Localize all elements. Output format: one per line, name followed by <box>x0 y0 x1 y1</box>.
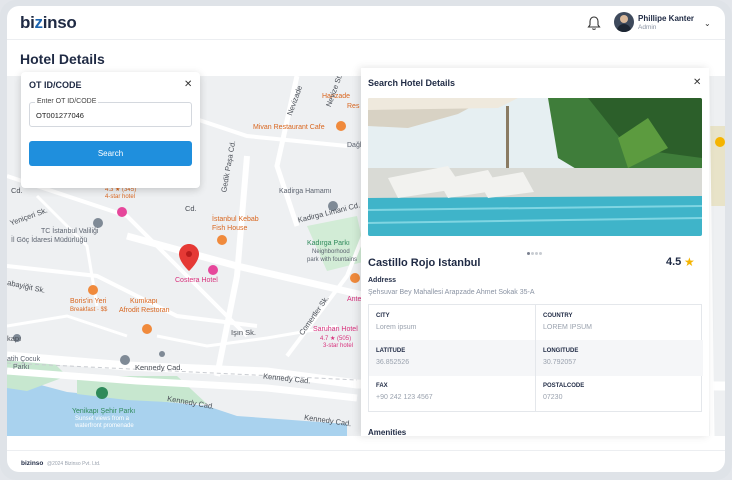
info-value: 07230 <box>543 394 563 401</box>
info-key: POSTALCODE <box>543 383 585 389</box>
map-label[interactable]: Saruhan Hotel <box>313 326 358 333</box>
brand-logo-accent: z <box>34 13 44 32</box>
map-label: waterfront promenade <box>75 423 134 429</box>
map-label[interactable]: Yenikapı Şehir Parkı <box>72 408 135 415</box>
map-label: Sunset views from a <box>75 416 130 422</box>
map-label: Parkı <box>13 364 30 371</box>
chevron-down-icon[interactable]: ⌄ <box>704 19 711 28</box>
hotel-details-drawer: Search Hotel Details ✕ Castillo Rojo Ist… <box>361 68 709 436</box>
page-title: Hotel Details <box>20 51 105 67</box>
map-label: Işın Sk. <box>231 328 257 337</box>
map-label[interactable]: İstanbul Kebab <box>212 216 259 223</box>
info-value: +90 242 123 4567 <box>376 394 433 401</box>
map-label[interactable]: Afrodit Restoran <box>119 307 170 314</box>
search-button[interactable]: Search <box>29 141 192 166</box>
hotel-name: Castillo Rojo Istanbul <box>368 257 481 269</box>
address-label: Address <box>368 277 397 284</box>
info-cell-latitude: LATITUDE 36.852526 <box>369 340 535 376</box>
top-bar: bizinso Phillipe Kanter Admin ⌄ <box>7 6 725 40</box>
map-label: Kennedy Cad. <box>135 363 183 372</box>
brand-logo-part: inso <box>42 13 77 32</box>
info-value: Lorem ipsum <box>376 324 417 331</box>
hotel-photo-image <box>368 98 702 236</box>
info-key: COUNTRY <box>543 313 573 319</box>
ot-id-panel: OT ID/CODE ✕ Enter OT ID/CODE OT00127704… <box>21 72 200 188</box>
map-label[interactable]: Kadirga Hamamı <box>279 188 332 195</box>
info-value: 30.792057 <box>543 359 577 366</box>
info-cell-city: CITY Lorem ipsum <box>369 305 535 341</box>
carousel-dot[interactable] <box>527 252 530 255</box>
map-label[interactable]: Res <box>347 103 359 110</box>
map-label: park with fountains <box>307 257 358 263</box>
footer-copyright: @2024 Bizinso Pvt. Ltd. <box>47 461 101 467</box>
map-label: Breakfast · $$ <box>70 307 108 313</box>
footer: bizinso @2024 Bizinso Pvt. Ltd. <box>7 450 725 472</box>
bell-icon[interactable] <box>587 15 601 31</box>
map-label: Cd. <box>185 204 197 213</box>
map-label[interactable]: TC İstanbul Valiliği <box>41 228 98 235</box>
close-icon[interactable]: ✕ <box>184 79 192 90</box>
info-key: LATITUDE <box>376 348 406 354</box>
hotel-rating: 4.5 <box>666 256 682 268</box>
avatar[interactable] <box>614 12 634 32</box>
map-label[interactable]: Costera Hotel <box>175 277 218 284</box>
ot-panel-title: OT ID/CODE <box>29 80 82 90</box>
map-label[interactable]: Fish House <box>212 225 247 232</box>
info-cell-fax: FAX +90 242 123 4567 <box>369 375 535 411</box>
map-label: 4-star hotel <box>105 194 136 200</box>
map-label[interactable]: Kadırga Parkı <box>307 240 350 247</box>
map-label[interactable]: İl Göç İdaresi Müdürlüğü <box>11 237 87 244</box>
drawer-title: Search Hotel Details <box>368 78 456 88</box>
map-label: kapı <box>7 334 22 343</box>
user-role: Admin <box>638 24 657 31</box>
info-cell-longitude: LONGITUDE 30.792057 <box>536 340 702 376</box>
map-label: Neighborhood <box>312 249 350 255</box>
info-cell-postalcode: POSTALCODE 07230 <box>536 375 702 411</box>
hotel-info-grid: CITY Lorem ipsum COUNTRY LOREM IPSUM LAT… <box>368 304 703 412</box>
carousel-dot[interactable] <box>531 252 534 255</box>
info-key: CITY <box>376 313 390 319</box>
info-key: FAX <box>376 383 388 389</box>
ot-id-input-label: Enter OT ID/CODE <box>35 98 99 105</box>
app-window: bizinso Phillipe Kanter Admin ⌄ Hotel De… <box>7 6 725 472</box>
map-label[interactable]: Boris'in Yeri <box>70 298 106 305</box>
carousel-dot[interactable] <box>539 252 542 255</box>
carousel-dot[interactable] <box>535 252 538 255</box>
map-label: atih Çocuk <box>7 356 41 363</box>
map-label[interactable]: Kumkapı <box>130 298 158 305</box>
map-label: Cd. <box>11 186 23 195</box>
info-value: LOREM IPSUM <box>543 324 593 331</box>
info-cell-country: COUNTRY LOREM IPSUM <box>536 305 702 341</box>
amenities-heading: Amenities <box>368 428 407 436</box>
user-name[interactable]: Phillipe Kanter <box>638 14 694 23</box>
ot-id-input[interactable]: Enter OT ID/CODE OT001277046 <box>29 98 192 127</box>
footer-logo: bizinso <box>21 460 44 467</box>
map-pin-icon <box>179 244 199 271</box>
brand-logo[interactable]: bizinso <box>20 13 77 33</box>
ot-id-input-value[interactable]: OT001277046 <box>36 111 84 120</box>
map-label: 4.7 ★ (505) <box>320 336 352 342</box>
brand-logo-part: bi <box>20 13 35 32</box>
grid-divider <box>535 305 536 411</box>
map-label: 3-star hotel <box>323 343 354 349</box>
close-icon[interactable]: ✕ <box>693 77 701 88</box>
hotel-photo[interactable] <box>368 98 702 236</box>
info-value: 36.852526 <box>376 359 410 366</box>
star-icon: ★ <box>684 255 695 269</box>
map-label[interactable]: Mivan Restaurant Cafe <box>253 124 325 131</box>
device-frame: bizinso Phillipe Kanter Admin ⌄ Hotel De… <box>0 0 732 480</box>
carousel-dots[interactable] <box>527 242 543 260</box>
info-key: LONGITUDE <box>543 348 579 354</box>
address-value: Şehsuvar Bey Mahallesi Arapzade Ahmet So… <box>368 289 535 296</box>
